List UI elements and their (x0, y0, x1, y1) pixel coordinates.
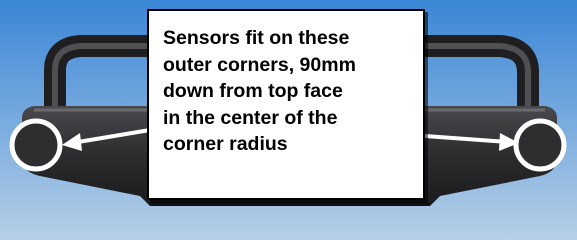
callout-line-3: down from top face (163, 80, 343, 102)
right-sensor-marker (513, 118, 567, 172)
callout-line-4: in the center of the (163, 106, 338, 129)
callout-line-5: corner radius (163, 133, 288, 155)
callout-line-1: Sensors fit on these (163, 27, 350, 49)
callout-line-2: outer corners, 90mm (163, 53, 356, 76)
left-sensor-marker (9, 118, 63, 172)
callout-box: Sensors fit on these outer corners, 90mm… (147, 9, 425, 200)
